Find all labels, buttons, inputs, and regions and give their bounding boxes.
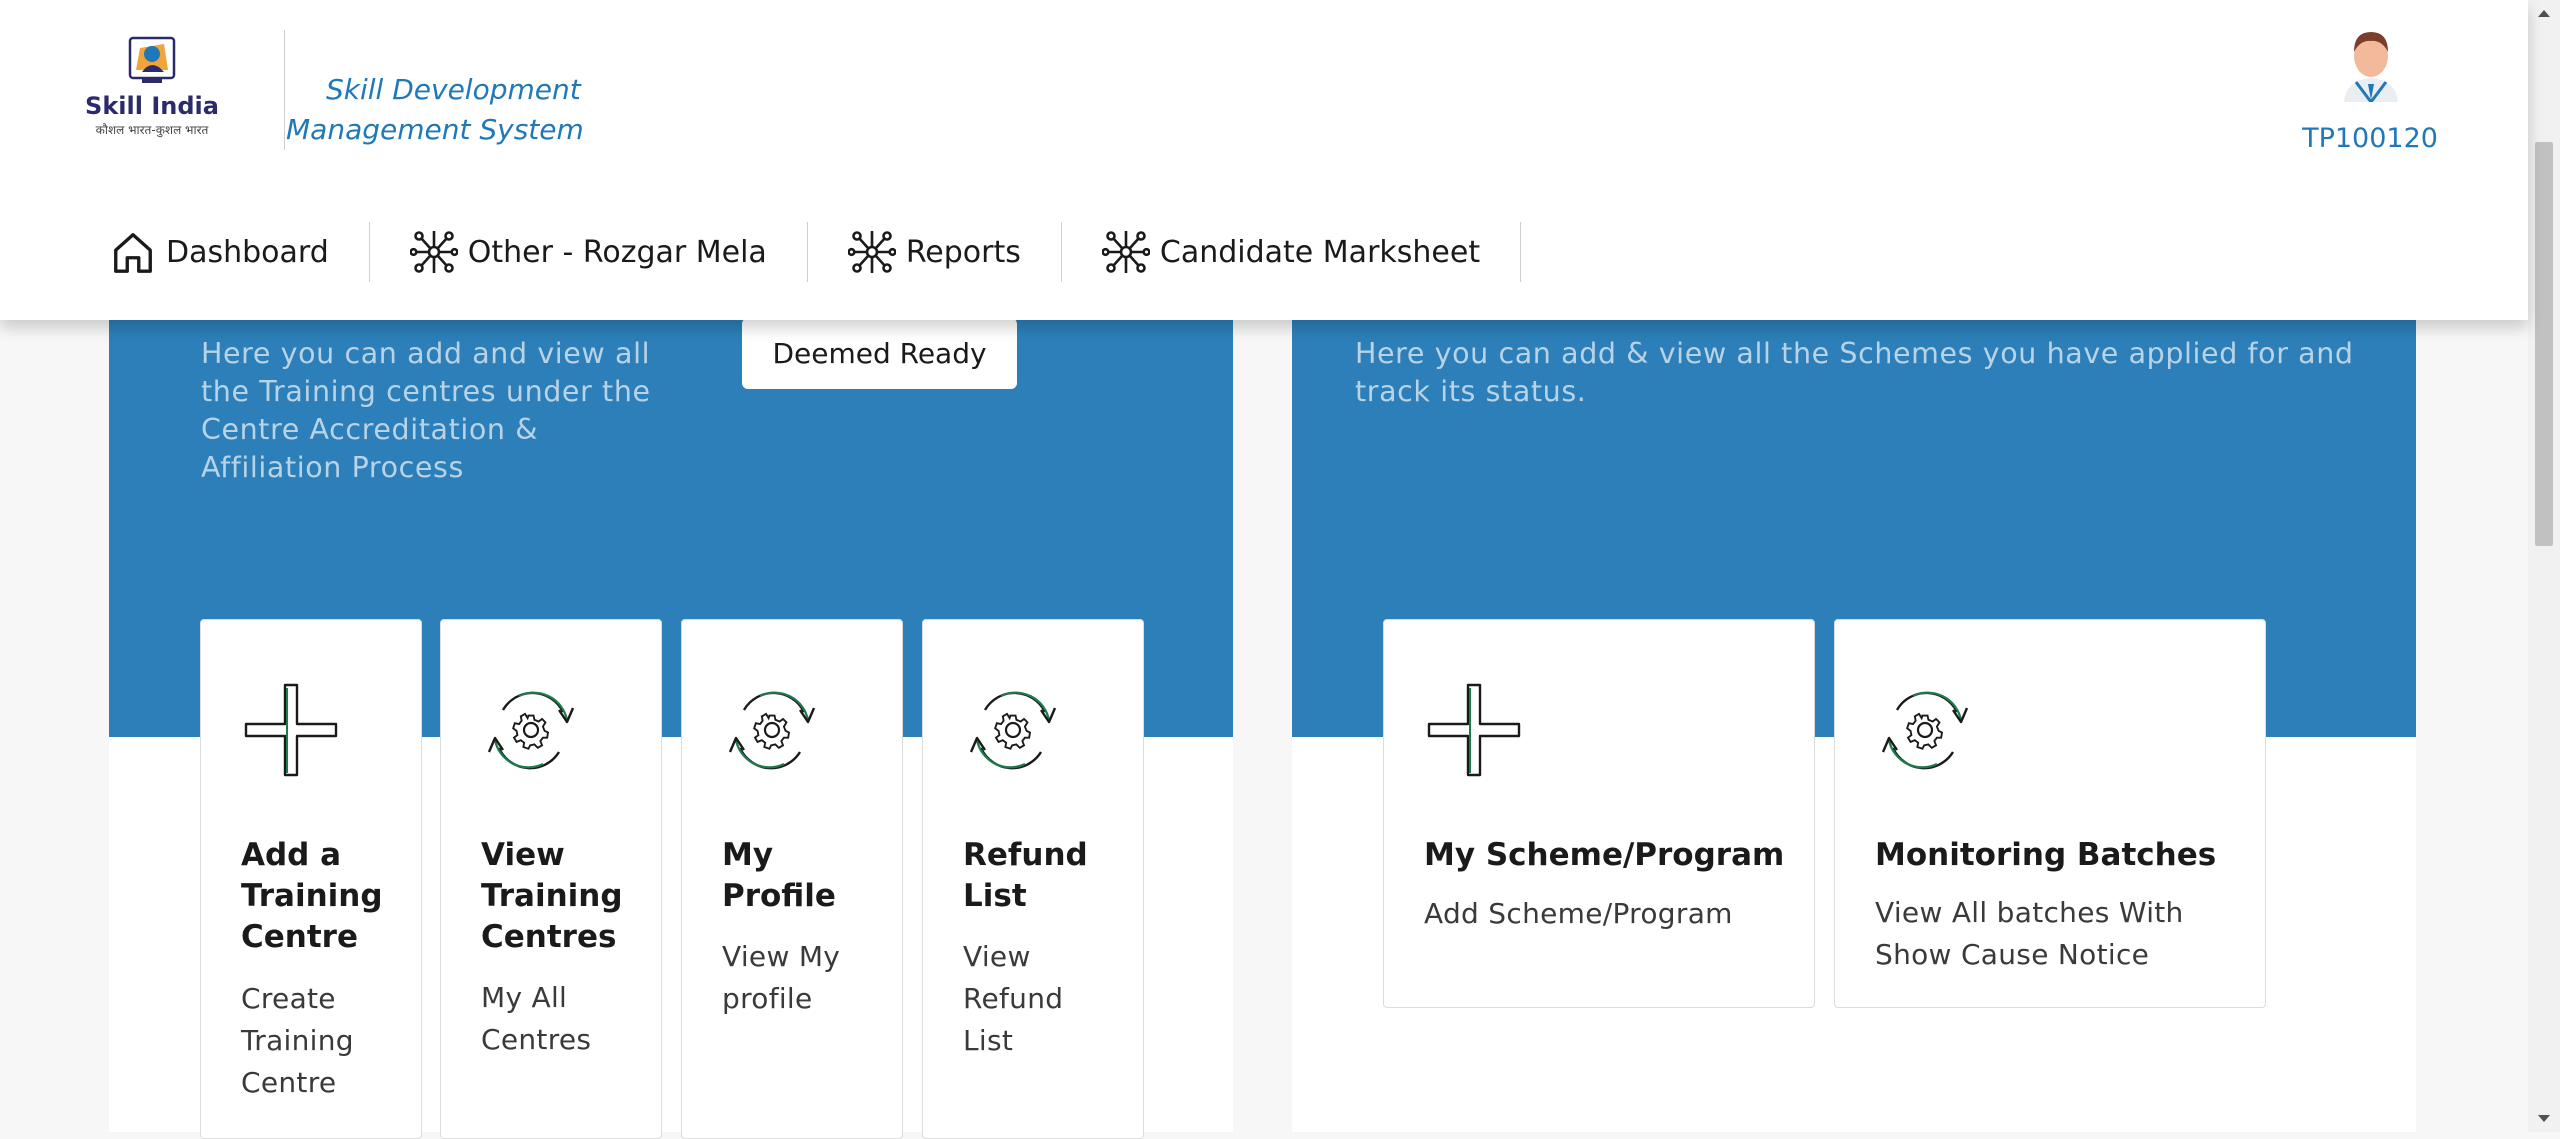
network-icon	[1102, 228, 1150, 276]
app-header: Skill India कौशल भारत-कुशल भारत Skill De…	[0, 0, 2528, 320]
card-add-training-centre[interactable]: Add a Training Centre Create Training Ce…	[200, 619, 422, 1139]
nav-candidate-marksheet[interactable]: Candidate Marksheet	[1062, 222, 1522, 282]
svg-text:कौशल भारत-कुशल भारत: कौशल भारत-कुशल भारत	[96, 123, 210, 138]
user-menu[interactable]: TP100120	[2300, 28, 2440, 168]
card-refund-list[interactable]: Refund List View Refund List	[922, 619, 1144, 1139]
nav-label: Candidate Marksheet	[1159, 234, 1481, 270]
nav-label: Reports	[905, 234, 1021, 270]
refresh-gear-icon	[1875, 680, 1975, 780]
card-title: View Training Centres	[481, 837, 623, 955]
svg-text:Skill India: Skill India	[85, 92, 219, 120]
card-title: My Profile	[722, 837, 836, 914]
network-icon	[848, 228, 896, 276]
card-title: Monitoring Batches	[1875, 837, 2217, 873]
nav-other-rozgar-mela[interactable]: Other - Rozgar Mela	[370, 222, 808, 282]
logo-divider	[284, 30, 285, 150]
plus-icon	[1424, 680, 1524, 780]
card-monitoring-batches[interactable]: Monitoring Batches View All batches With…	[1834, 619, 2266, 1008]
card-title: Add a Training Centre	[241, 837, 383, 955]
refresh-gear-icon	[963, 680, 1063, 780]
nav-label: Dashboard	[166, 234, 329, 270]
scroll-down-icon[interactable]	[2538, 1115, 2550, 1122]
refresh-gear-icon	[722, 680, 822, 780]
card-title: My Scheme/Program	[1424, 837, 1785, 873]
card-my-profile[interactable]: My Profile View My profile	[681, 619, 903, 1139]
app-title: Skill Development Management System	[286, 73, 584, 146]
panel-description: Here you can add and view all the Traini…	[201, 337, 651, 484]
home-icon	[114, 233, 152, 273]
card-subtitle: Create Training Centre	[241, 982, 354, 1099]
card-my-scheme-program[interactable]: My Scheme/Program Add Scheme/Program	[1383, 619, 1815, 1008]
nav-label: Other - Rozgar Mela	[467, 234, 767, 270]
main-nav: Dashboard Other - Rozgar Mela Reports Ca…	[108, 222, 1522, 282]
card-subtitle: View My profile	[722, 940, 841, 1015]
card-subtitle: Add Scheme/Program	[1424, 897, 1733, 930]
panel-description: Here you can add & view all the Schemes …	[1355, 337, 2354, 408]
card-view-training-centres[interactable]: View Training Centres My All Centres	[440, 619, 662, 1139]
deemed-ready-button[interactable]: Deemed Ready	[742, 318, 1017, 389]
skill-india-logo[interactable]: Skill India कौशल भारत-कुशल भारत	[80, 34, 224, 146]
network-icon	[410, 228, 458, 276]
refresh-gear-icon	[481, 680, 581, 780]
card-subtitle: View All batches With Show Cause Notice	[1875, 896, 2184, 971]
card-subtitle: My All Centres	[481, 981, 592, 1056]
avatar	[2344, 32, 2398, 102]
user-id: TP100120	[2302, 123, 2438, 154]
page-scrollbar[interactable]	[2528, 0, 2560, 1132]
scroll-thumb[interactable]	[2535, 142, 2553, 546]
scroll-up-icon[interactable]	[2538, 10, 2550, 17]
nav-dashboard[interactable]: Dashboard	[108, 222, 370, 282]
plus-icon	[241, 680, 341, 780]
card-subtitle: View Refund List	[963, 940, 1064, 1057]
card-title: Refund List	[963, 837, 1088, 914]
nav-reports[interactable]: Reports	[808, 222, 1062, 282]
